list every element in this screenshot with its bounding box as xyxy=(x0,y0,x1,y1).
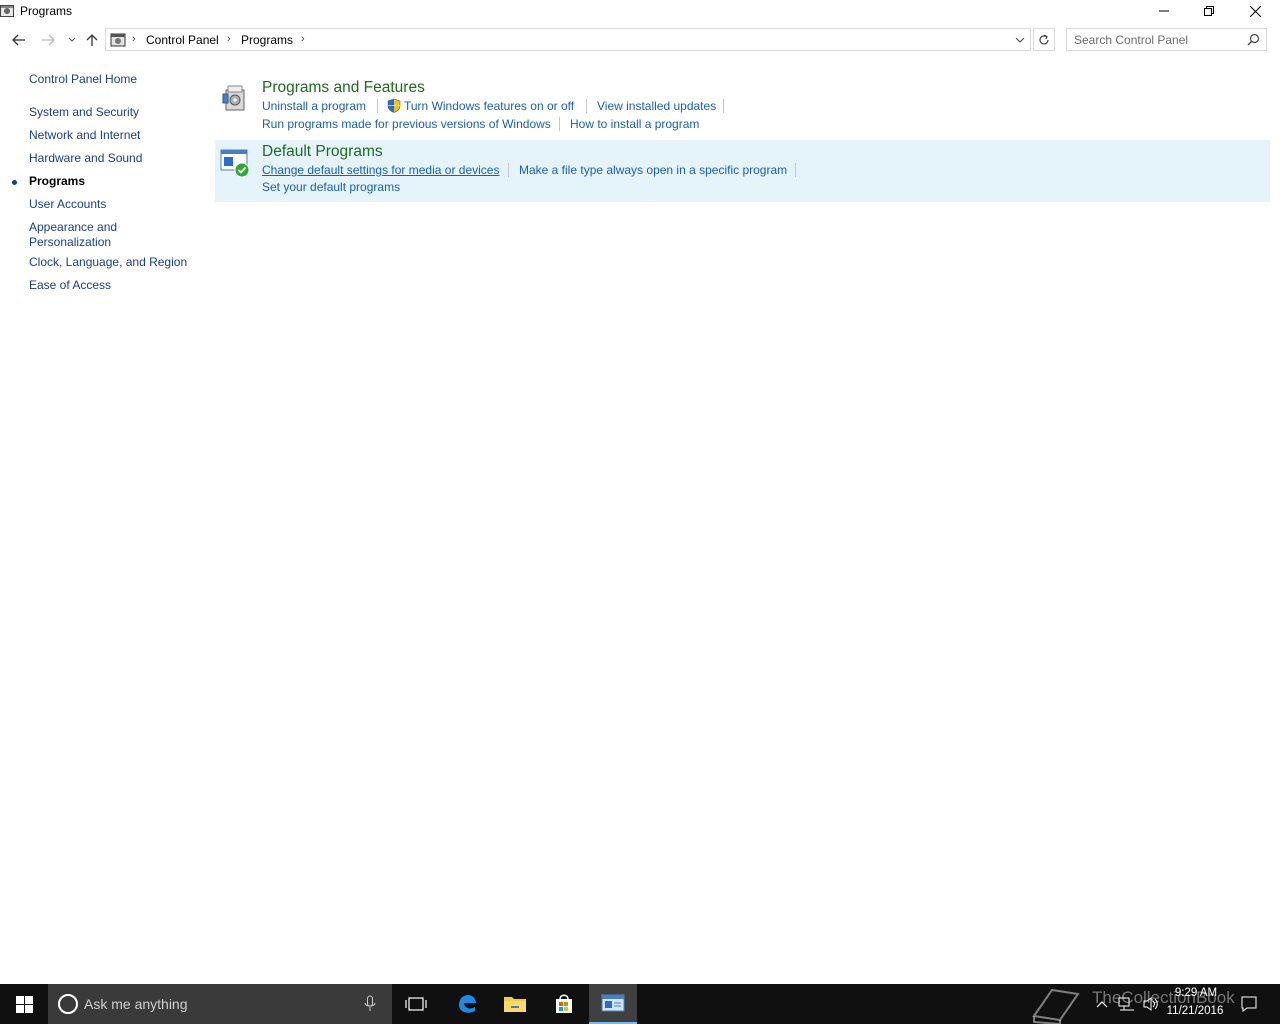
link-separator xyxy=(559,117,560,131)
close-button[interactable] xyxy=(1232,0,1278,22)
back-button[interactable] xyxy=(9,30,29,50)
show-hidden-icons-chevron-icon[interactable] xyxy=(1096,997,1108,1011)
refresh-button[interactable] xyxy=(1033,28,1055,51)
sidebar-item-clock-language-region[interactable]: Clock, Language, and Region xyxy=(29,255,187,270)
control-panel-icon xyxy=(0,4,14,18)
sidebar-item-hardware-and-sound[interactable]: Hardware and Sound xyxy=(29,151,142,166)
watermark-book-icon xyxy=(1030,986,1082,1024)
breadcrumb-separator-icon[interactable]: › xyxy=(227,33,231,45)
windows-logo-icon xyxy=(15,995,33,1013)
volume-icon[interactable] xyxy=(1142,996,1160,1015)
window-title: Programs xyxy=(20,4,73,18)
edge-taskbar-button[interactable] xyxy=(443,984,491,1024)
run-older-programs-link[interactable]: Run programs made for previous versions … xyxy=(262,117,551,131)
uac-shield-icon xyxy=(387,98,401,116)
control-panel-icon xyxy=(110,32,126,50)
search-box[interactable] xyxy=(1066,28,1267,51)
forward-button[interactable] xyxy=(38,30,58,50)
minimize-button[interactable] xyxy=(1141,0,1187,22)
cortana-search-box[interactable]: Ask me anything xyxy=(48,984,392,1024)
search-icon[interactable] xyxy=(1247,33,1260,49)
breadcrumb-separator-icon[interactable]: › xyxy=(132,33,136,45)
uninstall-program-link[interactable]: Uninstall a program xyxy=(262,99,366,113)
control-panel-taskbar-button[interactable] xyxy=(589,984,637,1024)
taskbar: Ask me anything TheCollectionBook 9:29 A… xyxy=(0,984,1280,1024)
store-taskbar-button[interactable] xyxy=(540,984,588,1024)
recent-locations-chevron-icon[interactable] xyxy=(62,30,82,50)
cortana-icon xyxy=(58,994,78,1014)
clock-time[interactable]: 9:29 AM xyxy=(1166,987,1226,999)
file-type-association-link[interactable]: Make a file type always open in a specif… xyxy=(519,163,787,177)
start-button[interactable] xyxy=(0,984,48,1024)
sidebar-item-appearance-and-personalization[interactable]: Appearance and Personalization xyxy=(29,220,139,250)
how-to-install-link[interactable]: How to install a program xyxy=(570,117,699,131)
link-separator xyxy=(795,163,796,177)
cortana-placeholder: Ask me anything xyxy=(84,996,188,1012)
sidebar-item-programs[interactable]: Programs xyxy=(29,174,85,189)
active-item-bullet-icon xyxy=(12,180,17,185)
default-programs-title[interactable]: Default Programs xyxy=(262,143,383,161)
up-button[interactable] xyxy=(82,30,102,50)
store-icon xyxy=(556,994,572,1013)
link-separator xyxy=(508,163,509,177)
view-installed-updates-link[interactable]: View installed updates xyxy=(597,99,716,113)
breadcrumb-control-panel[interactable]: Control Panel xyxy=(146,33,219,47)
network-icon[interactable] xyxy=(1118,996,1136,1015)
default-programs-icon xyxy=(220,148,250,178)
programs-and-features-icon xyxy=(220,82,250,112)
microphone-icon[interactable] xyxy=(364,995,376,1016)
breadcrumb-programs[interactable]: Programs xyxy=(241,33,293,47)
address-dropdown-chevron-icon[interactable] xyxy=(1012,29,1028,50)
address-bar[interactable]: › Control Panel › Programs › xyxy=(105,28,1031,51)
restore-button[interactable] xyxy=(1186,0,1232,22)
link-separator xyxy=(586,99,587,113)
link-separator xyxy=(723,99,724,113)
sidebar-item-network-and-internet[interactable]: Network and Internet xyxy=(29,128,140,143)
title-bar: Programs xyxy=(0,0,1280,24)
sidebar-item-system-and-security[interactable]: System and Security xyxy=(29,105,139,120)
clock-date[interactable]: 11/21/2016 xyxy=(1160,1005,1230,1017)
task-view-icon xyxy=(405,997,427,1011)
sidebar-item-ease-of-access[interactable]: Ease of Access xyxy=(29,278,111,293)
turn-windows-features-link[interactable]: Turn Windows features on or off xyxy=(404,99,574,113)
sidebar-item-user-accounts[interactable]: User Accounts xyxy=(29,197,106,212)
set-default-programs-link[interactable]: Set your default programs xyxy=(262,180,400,194)
edge-icon xyxy=(459,995,476,1013)
link-separator xyxy=(377,99,378,113)
breadcrumb-separator-icon[interactable]: › xyxy=(301,33,305,45)
action-center-icon[interactable] xyxy=(1240,995,1258,1016)
change-default-media-settings-link[interactable]: Change default settings for media or dev… xyxy=(262,163,499,177)
search-input[interactable] xyxy=(1074,30,1244,50)
task-view-button[interactable] xyxy=(392,984,440,1024)
file-explorer-taskbar-button[interactable] xyxy=(491,984,539,1024)
control-panel-icon xyxy=(601,994,625,1012)
control-panel-home-link[interactable]: Control Panel Home xyxy=(29,72,137,86)
folder-icon xyxy=(504,997,526,1012)
category-programs-and-features: Programs and Features Uninstall a progra… xyxy=(215,76,1270,138)
programs-and-features-title[interactable]: Programs and Features xyxy=(262,79,425,97)
category-default-programs: Default Programs Change default settings… xyxy=(215,140,1270,202)
